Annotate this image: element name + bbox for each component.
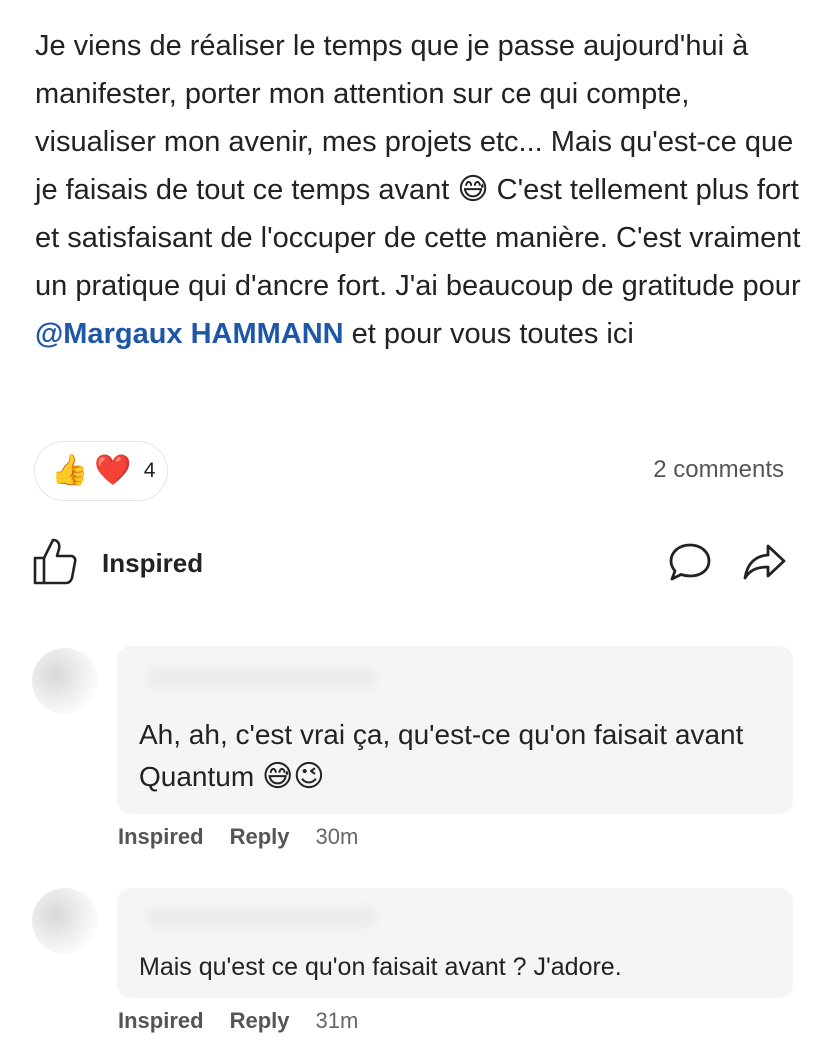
commenter-name-redacted [147,668,377,690]
comment-timestamp: 31m [315,1008,359,1033]
inspired-button[interactable]: Inspired [32,536,203,591]
comment-reply-button[interactable]: Reply [230,824,290,850]
thumbs-up-icon [32,536,78,591]
sweat-smile-emoji: 😅 [261,760,294,793]
sweat-smile-emoji: 😅 [457,173,489,206]
commenter-name-redacted [147,906,377,928]
share-arrow-icon[interactable] [742,542,786,587]
comment-bubble-icon[interactable] [668,542,712,587]
reactions-summary[interactable]: 👍 ❤️ 4 [34,441,168,501]
comment-inspired-button[interactable]: Inspired [118,824,204,850]
comment-meta: Inspired Reply 31m [118,1008,358,1034]
comment-timestamp: 30m [315,824,359,849]
wink-emoji: 😉 [293,760,325,793]
comment-meta: Inspired Reply 30m [118,824,358,850]
inspired-label: Inspired [102,548,204,578]
comment-bubble: Ah, ah, c'est vrai ça, qu'est-ce qu'on f… [117,646,793,814]
comment-text: Mais qu'est ce qu'on faisait avant ? J'a… [139,953,622,981]
post-text-part3: et pour vous toutes ici [343,318,634,350]
heart-reaction-icon: ❤️ [94,454,132,487]
post-body: Je viens de réaliser le temps que je pas… [35,22,805,358]
comment-inspired-button[interactable]: Inspired [118,1008,204,1034]
comment-reply-button[interactable]: Reply [230,1008,290,1034]
commenter-avatar[interactable] [32,648,98,714]
comment-bubble: Mais qu'est ce qu'on faisait avant ? J'a… [117,888,793,998]
comment-text: Ah, ah, c'est vrai ça, qu'est-ce qu'on f… [139,719,744,793]
reaction-count: 4 [143,459,156,482]
comments-count-link[interactable]: 2 comments [653,456,784,484]
commenter-avatar[interactable] [32,888,98,954]
post-action-bar: Inspired [0,530,828,594]
mention-link[interactable]: @Margaux HAMMANN [35,318,344,350]
thumbs-up-reaction-icon: 👍 [51,454,89,487]
